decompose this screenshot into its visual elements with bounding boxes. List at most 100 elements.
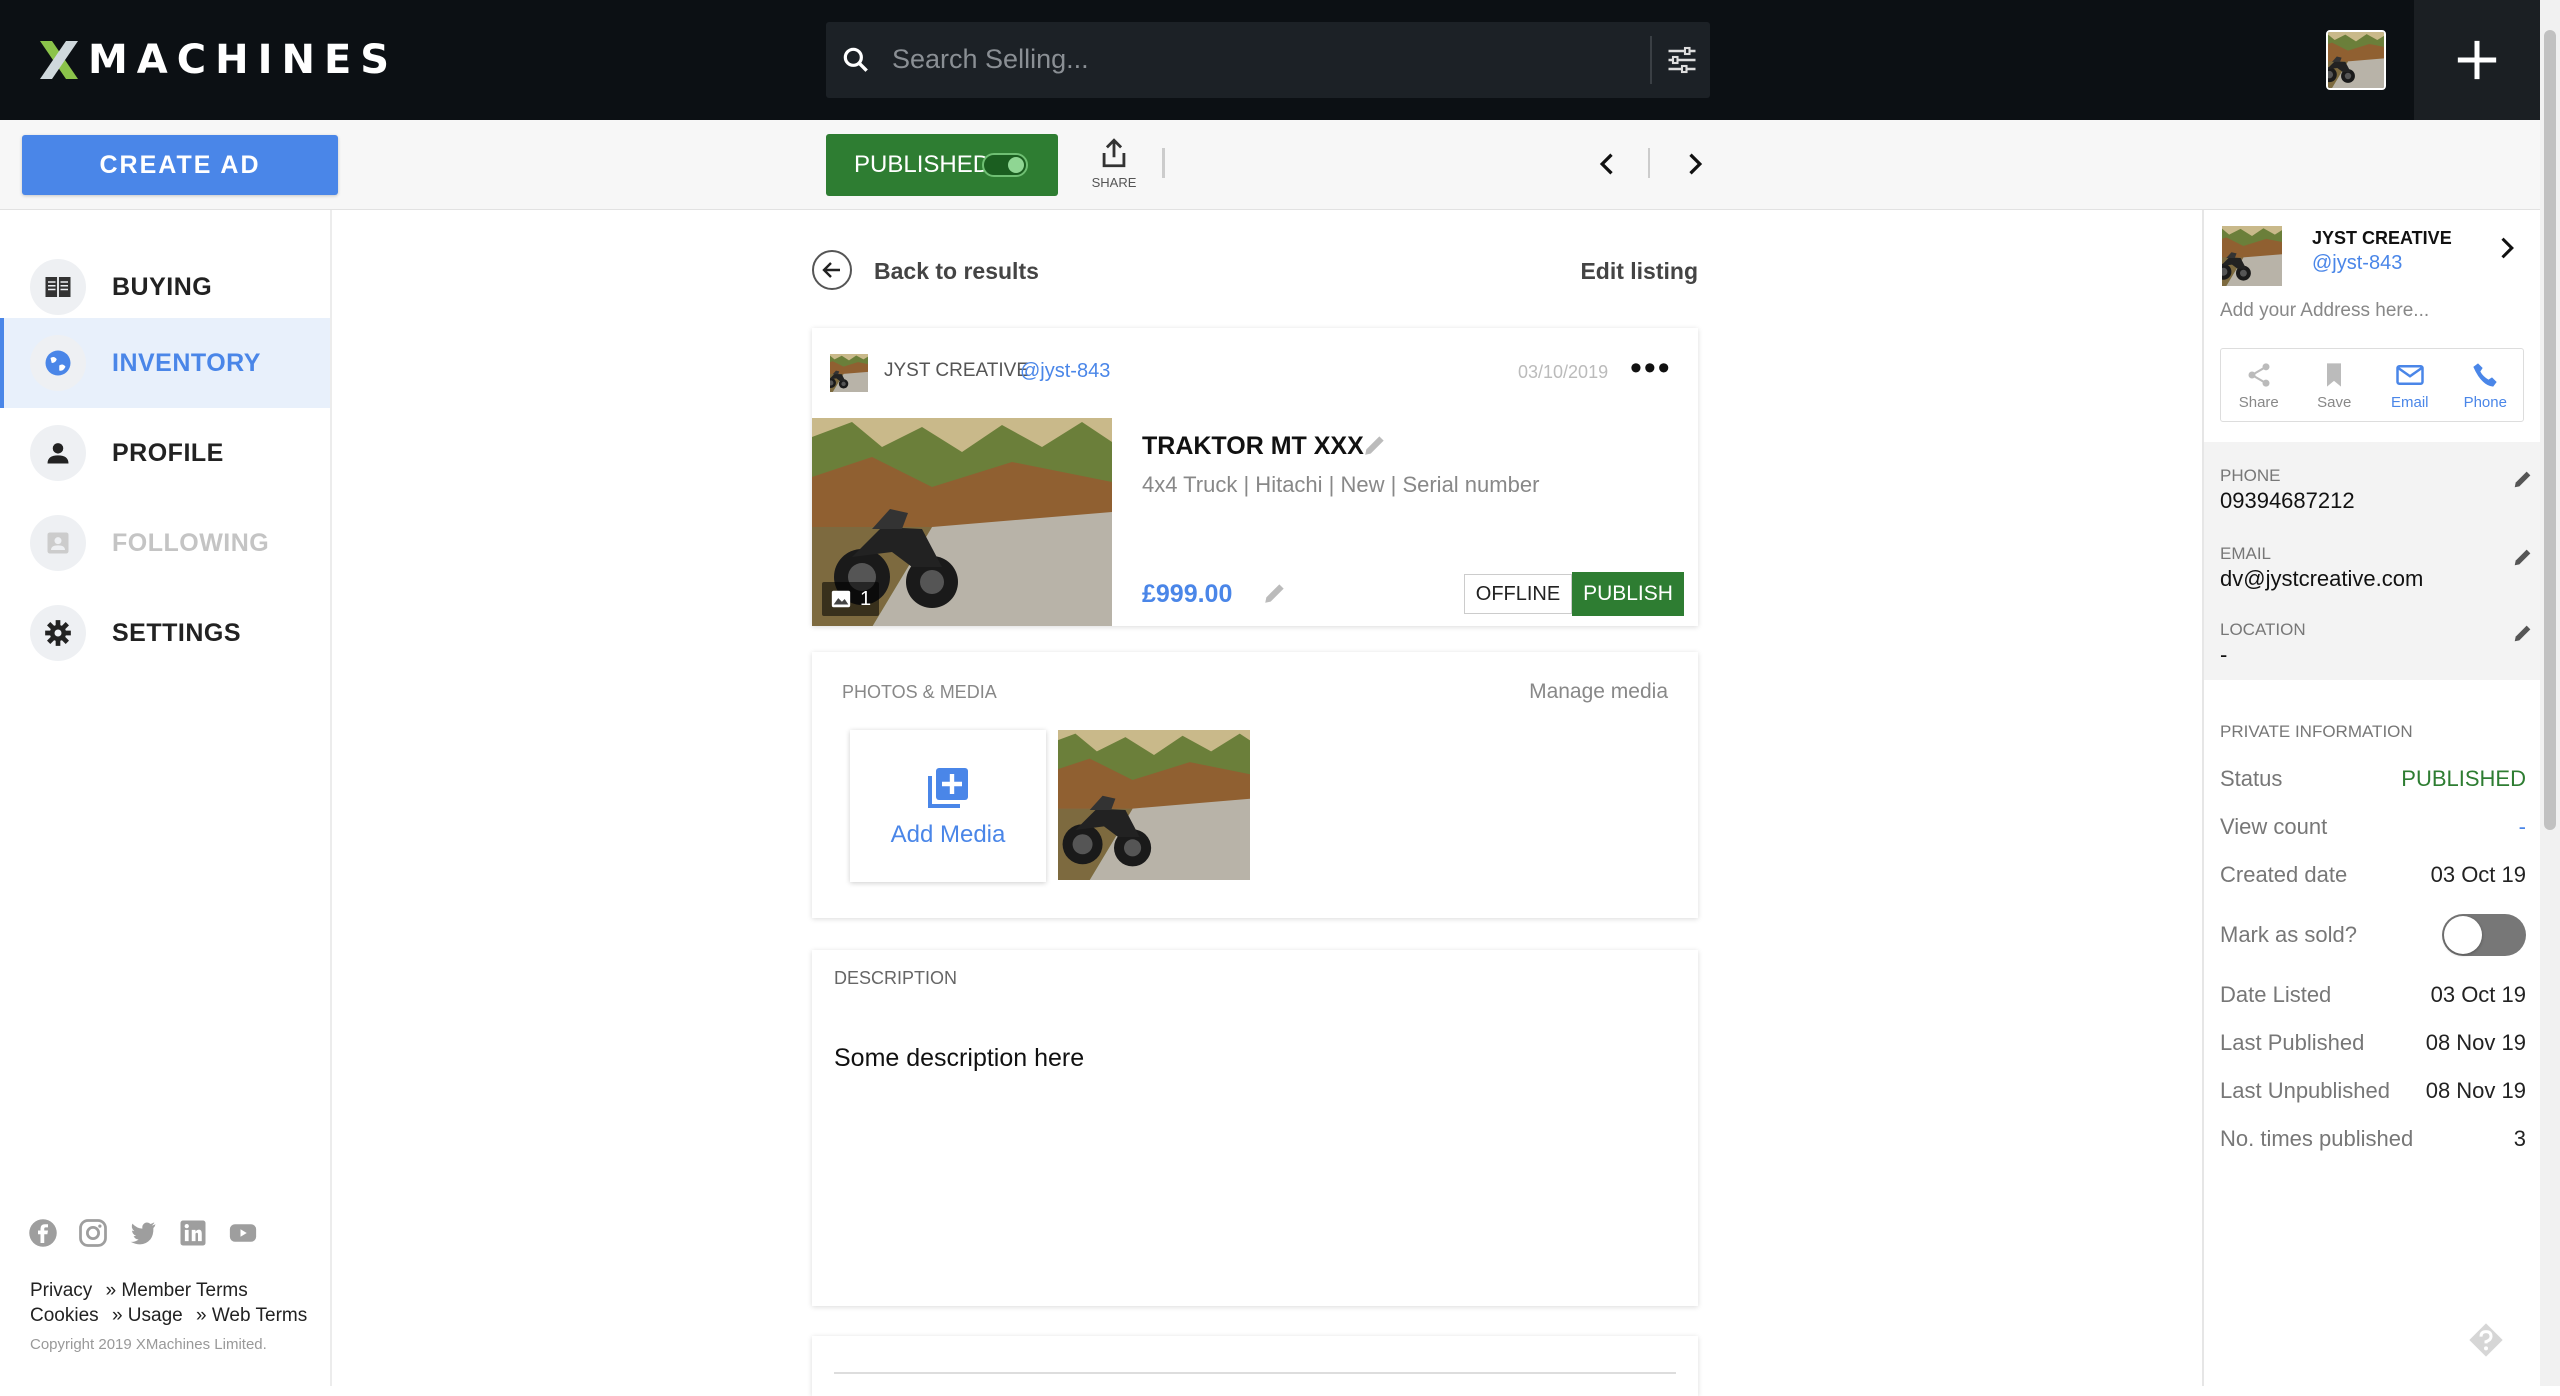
times-published-row: No. times published 3 [2220,1126,2526,1152]
filter-sliders-icon[interactable] [1664,42,1700,78]
last-unpublished-label: Last Unpublished [2220,1078,2391,1103]
seller-handle-link[interactable]: @jyst-843 [2312,252,2402,275]
save-action-label: Save [2317,393,2352,411]
image-icon [831,590,851,608]
contact-details: PHONE 09394687212 EMAIL dv@jystcreative.… [2204,442,2540,680]
published-label: PUBLISHED [854,151,991,178]
email-action[interactable]: Email [2378,360,2442,411]
sidebar-item-following[interactable]: FOLLOWING [0,498,330,588]
help-diamond-icon[interactable] [2466,1320,2506,1360]
listing-header-row: Back to results Edit listing [812,250,1698,292]
web-terms-link[interactable]: » Web Terms [196,1305,307,1326]
more-options-icon[interactable]: ••• [1630,351,1672,385]
seller-handle-link[interactable]: @jyst-843 [1020,360,1110,383]
member-terms-link[interactable]: » Member Terms [106,1280,248,1301]
media-thumbnail[interactable] [1058,730,1250,880]
view-count-label: View count [2220,814,2328,839]
seller-avatar[interactable] [2222,226,2282,286]
edit-phone-pencil-icon[interactable] [2512,468,2534,490]
listing-price: £999.00 [1142,580,1233,608]
usage-link[interactable]: » Usage [112,1305,183,1326]
edit-title-pencil-icon[interactable] [1362,432,1388,458]
nav-divider [1648,148,1650,178]
media-thumbnail-image [1058,730,1250,880]
social-links [28,1218,258,1248]
chevron-left-icon[interactable] [1594,150,1622,178]
created-date-label: Created date [2220,862,2348,887]
sidebar-item-label: PROFILE [112,438,224,467]
chevron-right-icon[interactable] [2492,234,2520,262]
book-open-icon [45,277,71,297]
linkedin-icon[interactable] [178,1218,208,1248]
seller-avatar[interactable] [830,354,868,392]
email-field[interactable]: EMAIL dv@jystcreative.com [2220,544,2531,592]
save-action[interactable]: Save [2302,360,2366,411]
cookies-link[interactable]: Cookies [30,1305,99,1326]
add-media-button[interactable]: Add Media [850,730,1046,882]
next-section-card [812,1336,1698,1396]
offline-button[interactable]: OFFLINE [1464,574,1572,614]
user-avatar[interactable] [2326,30,2386,90]
times-published-value: 3 [2513,1126,2526,1151]
scrollbar-thumb[interactable] [2544,30,2556,830]
last-published-value: 08 Nov 19 [2425,1030,2526,1055]
times-published-label: No. times published [2220,1126,2414,1151]
seller-name: JYST CREATIVE [2312,228,2452,248]
share-button[interactable]: SHARE [1084,136,1144,196]
gear-icon [45,620,71,646]
seller-details-panel: JYST CREATIVE @jyst-843 Add your Address… [2202,210,2540,1386]
sidebar-item-inventory[interactable]: INVENTORY [0,318,330,408]
chevron-right-icon[interactable] [1680,150,1708,178]
share-action[interactable]: Share [2227,360,2291,411]
sidebar-item-settings[interactable]: SETTINGS [0,588,330,678]
description-text: Some description here [834,1044,1085,1072]
address-input[interactable]: Add your Address here... [2220,300,2429,322]
copyright-text: Copyright 2019 XMachines Limited. [30,1336,267,1353]
facebook-icon[interactable] [28,1218,58,1248]
location-value: - [2220,642,2228,667]
plus-icon [2457,40,2497,80]
listing-photo[interactable]: 1 [812,418,1112,626]
location-field[interactable]: LOCATION - [2220,620,2531,668]
page-scrollbar[interactable] [2540,0,2560,1386]
edit-price-pencil-icon[interactable] [1262,580,1288,606]
photo-count-badge: 1 [822,582,880,616]
edit-email-pencil-icon[interactable] [2512,546,2534,568]
sidebar-item-label: FOLLOWING [112,528,270,557]
published-switch[interactable] [982,153,1028,177]
phone-value: 09394687212 [2220,488,2355,513]
phone-action[interactable]: Phone [2453,360,2517,411]
app-logo[interactable]: MACHINES [36,34,398,86]
instagram-icon[interactable] [78,1218,108,1248]
edit-listing-link[interactable]: Edit listing [1580,258,1698,285]
email-value: dv@jystcreative.com [2220,566,2424,591]
privacy-link[interactable]: Privacy [30,1280,92,1301]
email-action-label: Email [2390,393,2429,411]
publish-button[interactable]: PUBLISH [1572,572,1684,616]
date-listed-row: Date Listed 03 Oct 19 [2220,982,2526,1008]
back-button[interactable] [812,250,852,290]
status-value: PUBLISHED [2401,766,2526,791]
sidebar-icon-wrap [30,259,86,315]
manage-media-link[interactable]: Manage media [1529,680,1668,704]
photos-media-card: PHOTOS & MEDIA Manage media Add Media [812,652,1698,918]
phone-field[interactable]: PHONE 09394687212 [2220,466,2531,514]
search-divider [1650,36,1652,84]
create-ad-button[interactable]: CREATE AD [22,135,338,195]
footer-links: Privacy » Member Terms Cookies » Usage »… [30,1278,315,1328]
back-to-results-link[interactable]: Back to results [874,258,1039,285]
search-input[interactable]: Search Selling... [892,44,1089,75]
sidebar-item-profile[interactable]: PROFILE [0,408,330,498]
add-button[interactable] [2414,0,2540,120]
mark-as-sold-toggle[interactable] [2442,914,2526,956]
sidebar-icon-wrap [30,605,86,661]
listing-subtitle: 4x4 Truck | Hitachi | New | Serial numbe… [1142,472,1540,497]
search-bar[interactable]: Search Selling... [826,22,1710,98]
contact-card-icon [47,532,69,554]
share-icon [2248,362,2270,387]
twitter-icon[interactable] [128,1218,158,1248]
published-toggle-button[interactable]: PUBLISHED [826,134,1058,196]
edit-location-pencil-icon[interactable] [2512,622,2534,644]
date-listed-label: Date Listed [2220,982,2332,1007]
youtube-icon[interactable] [228,1218,258,1248]
